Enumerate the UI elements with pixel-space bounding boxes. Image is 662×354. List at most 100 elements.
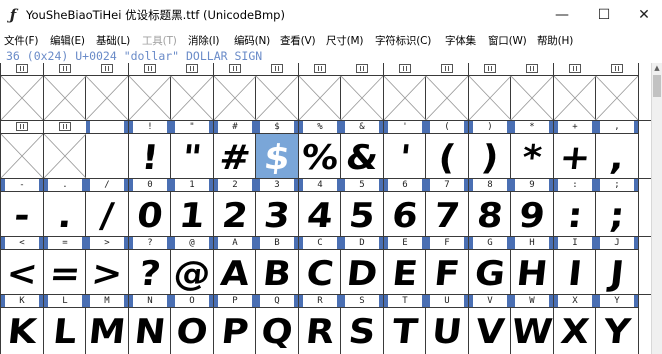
glyph-cell[interactable]: BB	[256, 237, 298, 294]
menu-item[interactable]: 帮助(H)	[537, 33, 573, 48]
glyph-cell[interactable]	[341, 63, 383, 120]
menu-item[interactable]: 字符标识(C)	[375, 33, 431, 48]
glyph-cell[interactable]: 66	[384, 179, 426, 236]
glyph-cell[interactable]: MM	[86, 295, 128, 352]
glyph-cell[interactable]: !!	[129, 121, 171, 178]
menu-item[interactable]: 基础(L)	[96, 33, 130, 48]
glyph-cell[interactable]	[256, 63, 298, 120]
glyph-cell[interactable]	[384, 63, 426, 120]
glyph-cell[interactable]: RR	[299, 295, 341, 352]
glyph-cell[interactable]: 22	[214, 179, 256, 236]
glyph-cell[interactable]: 88	[469, 179, 511, 236]
glyph-cell[interactable]: # #	[214, 121, 256, 178]
glyph-preview	[86, 134, 128, 178]
menu-item[interactable]: 窗口(W)	[488, 33, 527, 48]
glyph-cell[interactable]	[86, 121, 128, 178]
glyph-cell[interactable]: " "	[171, 121, 213, 178]
glyph-cell[interactable]	[214, 63, 256, 120]
glyph-cell[interactable]	[469, 63, 511, 120]
glyph-cell[interactable]: 44	[299, 179, 341, 236]
glyph-cell[interactable]: KK	[1, 295, 43, 352]
glyph-cell[interactable]: 77	[426, 179, 468, 236]
glyph-cell[interactable]: 99	[511, 179, 553, 236]
glyph-cell[interactable]: + +	[554, 121, 596, 178]
glyph-cell[interactable]: XX	[554, 295, 596, 352]
glyph-cell[interactable]	[129, 63, 171, 120]
glyph-cell[interactable]: SS	[341, 295, 383, 352]
glyph-cell[interactable]	[44, 121, 86, 178]
glyph-cell[interactable]	[299, 63, 341, 120]
glyph-cell-selected[interactable]: $ $	[256, 121, 298, 178]
glyph-cell[interactable]: %%	[299, 121, 341, 178]
glyph-cell[interactable]: PP	[214, 295, 256, 352]
glyph-cell[interactable]: / /	[86, 179, 128, 236]
menu-item[interactable]: 字体集	[445, 33, 476, 48]
glyph-cell-label: D	[341, 237, 383, 250]
glyph-cell[interactable]: ' '	[384, 121, 426, 178]
glyph-cell[interactable]	[596, 63, 638, 120]
glyph-cell[interactable]: II	[554, 237, 596, 294]
glyph-cell[interactable]: JJ	[596, 237, 638, 294]
glyph-cell[interactable]	[511, 63, 553, 120]
scroll-thumb[interactable]	[653, 75, 661, 97]
glyph-cell[interactable]: 55	[341, 179, 383, 236]
glyph-cell[interactable]: --	[1, 179, 43, 236]
glyph-cell[interactable]: UU	[426, 295, 468, 352]
glyph-cell[interactable]: ,,	[596, 121, 638, 178]
glyph-cell[interactable]: > >	[86, 237, 128, 294]
glyph-cell[interactable]	[86, 63, 128, 120]
glyph-cell[interactable]	[554, 63, 596, 120]
glyph-cell[interactable]: 00	[129, 179, 171, 236]
glyph-cell[interactable]	[171, 63, 213, 120]
glyph-cell[interactable]: & &	[341, 121, 383, 178]
glyph-cell[interactable]: < <	[1, 237, 43, 294]
menu-item[interactable]: 编辑(E)	[50, 33, 85, 48]
glyph-cell[interactable]: OO	[171, 295, 213, 352]
glyph-cell[interactable]: CC	[299, 237, 341, 294]
glyph-cell[interactable]: 11	[171, 179, 213, 236]
glyph-cell[interactable]: ::	[554, 179, 596, 236]
minimize-button[interactable]: —	[542, 0, 582, 31]
vertical-scrollbar[interactable]: ▲	[651, 63, 662, 354]
glyph-cell[interactable]: ))	[469, 121, 511, 178]
menu-item[interactable]: 查看(V)	[280, 33, 316, 48]
glyph-cell[interactable]: YY	[596, 295, 638, 352]
label-mark	[294, 121, 298, 133]
glyph-cell[interactable]: ??	[129, 237, 171, 294]
glyph-cell[interactable]: 33	[256, 179, 298, 236]
glyph-cell[interactable]: HH	[511, 237, 553, 294]
glyph-cell[interactable]: LL	[44, 295, 86, 352]
maximize-button[interactable]: ☐	[584, 0, 624, 31]
menu-item[interactable]: 尺寸(M)	[326, 33, 363, 48]
menu-item[interactable]: 消除(I)	[188, 33, 219, 48]
menu-item[interactable]: 编码(N)	[234, 33, 270, 48]
glyph-cell[interactable]	[1, 121, 43, 178]
glyph-cell[interactable]: QQ	[256, 295, 298, 352]
glyph-cell[interactable]: GG	[469, 237, 511, 294]
title-bar[interactable]: ƒ YouSheBiaoTiHei 优设标题黑.ttf (UnicodeBmp)…	[0, 0, 662, 31]
menu-item[interactable]: 工具(T)	[142, 33, 177, 48]
scroll-up-arrow-icon[interactable]: ▲	[652, 63, 662, 74]
glyph-cell[interactable]: ;;	[596, 179, 638, 236]
glyph-char: F	[432, 254, 462, 294]
empty-glyph-cross-icon	[86, 76, 128, 120]
glyph-cell[interactable]: ((	[426, 121, 468, 178]
glyph-cell[interactable]: FF	[426, 237, 468, 294]
glyph-cell[interactable]: TT	[384, 295, 426, 352]
menu-item[interactable]: 文件(F)	[4, 33, 38, 48]
glyph-cell[interactable]: NN	[129, 295, 171, 352]
glyph-cell[interactable]: @ @	[171, 237, 213, 294]
glyph-cell[interactable]: = =	[44, 237, 86, 294]
glyph-cell[interactable]: WW	[511, 295, 553, 352]
glyph-cell[interactable]: AA	[214, 237, 256, 294]
glyph-cell[interactable]: VV	[469, 295, 511, 352]
close-button[interactable]: ✕	[624, 0, 662, 31]
glyph-cell[interactable]	[1, 63, 43, 120]
glyph-cell[interactable]	[44, 63, 86, 120]
glyph-cell[interactable]: DD	[341, 237, 383, 294]
glyph-label-text: 8	[487, 180, 493, 190]
glyph-cell[interactable]: EE	[384, 237, 426, 294]
glyph-cell[interactable]	[426, 63, 468, 120]
glyph-cell[interactable]: ..	[44, 179, 86, 236]
glyph-cell[interactable]: * *	[511, 121, 553, 178]
